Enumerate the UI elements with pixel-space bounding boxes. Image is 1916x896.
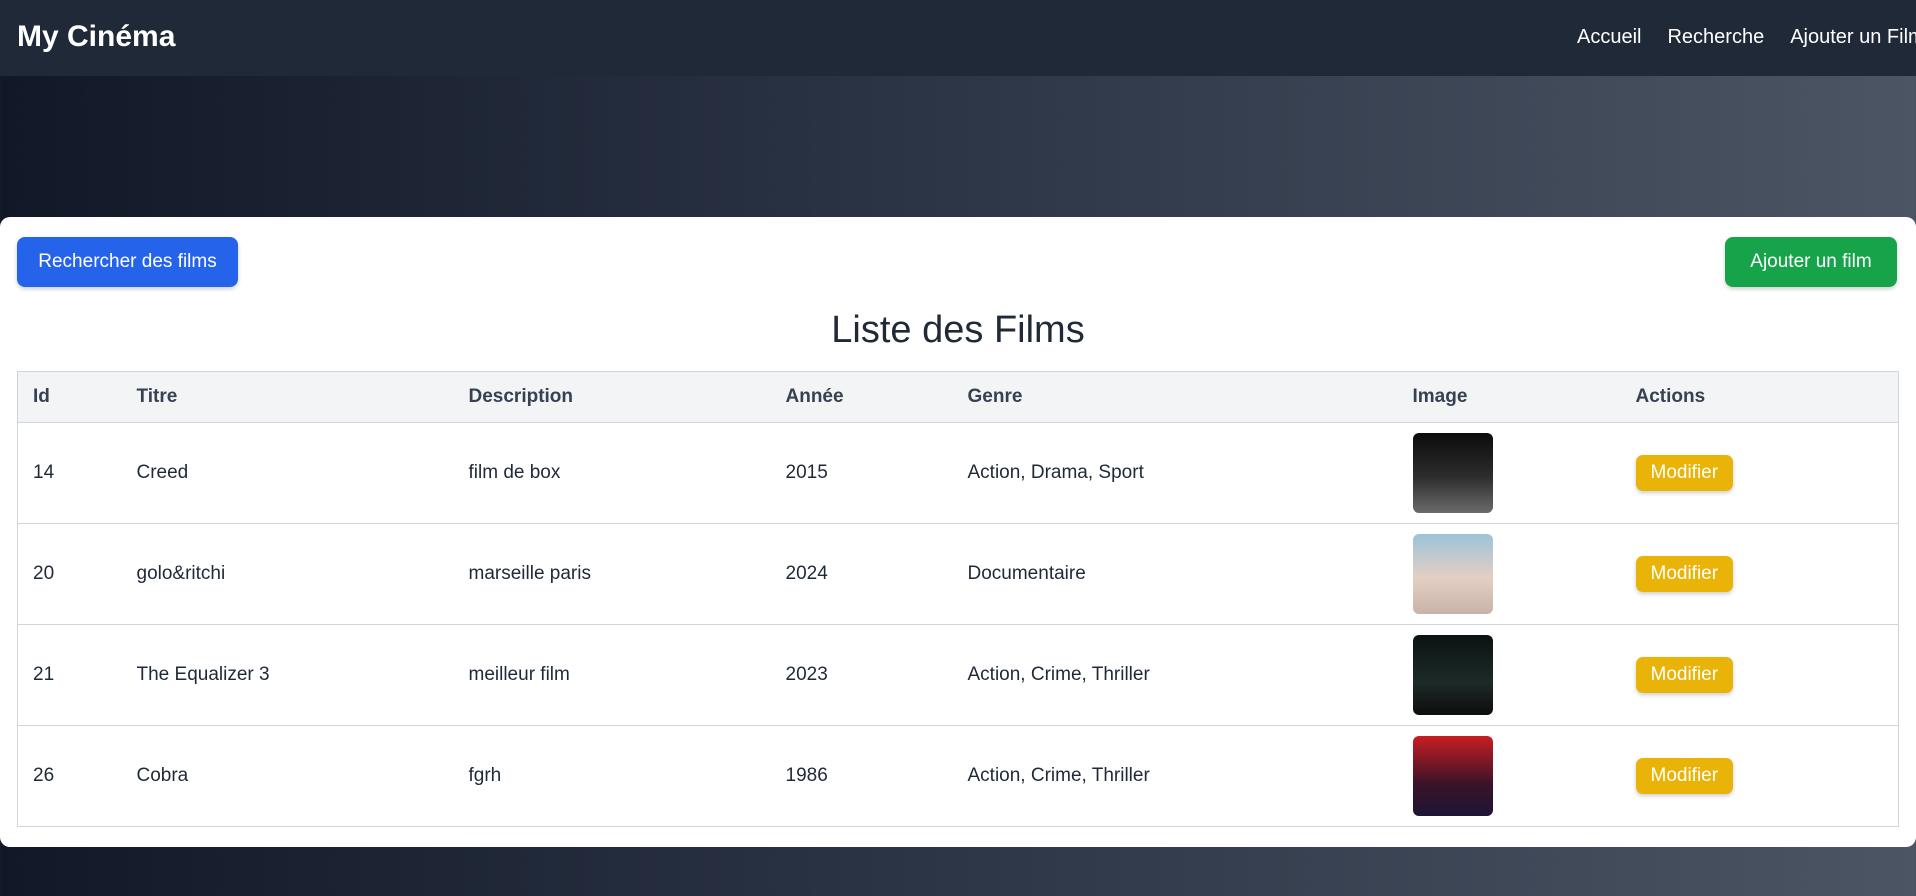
cell-annee: 2024 xyxy=(785,563,828,584)
cell-image xyxy=(1398,625,1621,726)
cell-description: fgrh xyxy=(468,765,502,786)
header-titre: Titre xyxy=(121,371,454,423)
table-row: 26 Cobra fgrh 1986 Action, Crime, Thrill… xyxy=(17,726,1899,827)
cell-actions: Modifier xyxy=(1621,423,1899,524)
table-header-row: Id Titre Description Année Genre Image A… xyxy=(17,371,1899,423)
table-row: 14 Creed film de box 2015 Action, Drama,… xyxy=(17,423,1899,524)
page-title: Liste des Films xyxy=(831,309,1085,351)
cell-actions: Modifier xyxy=(1621,625,1899,726)
cell-description: meilleur film xyxy=(468,664,570,685)
nav-links: Accueil Recherche Ajouter un Film xyxy=(1577,24,1916,50)
search-films-button[interactable]: Rechercher des films xyxy=(17,237,238,287)
table-row: 20 golo&ritchi marseille paris 2024 Docu… xyxy=(17,524,1899,625)
cell-id: 14 xyxy=(33,462,55,483)
cell-image xyxy=(1398,524,1621,625)
cell-id: 26 xyxy=(33,765,55,786)
films-table: Id Titre Description Année Genre Image A… xyxy=(17,371,1899,827)
cell-genre: Action, Crime, Thriller xyxy=(967,664,1150,685)
cell-annee: 1986 xyxy=(785,765,828,786)
film-poster-image xyxy=(1412,736,1493,816)
header-id: Id xyxy=(17,371,122,423)
films-card: Rechercher des films Ajouter un film Lis… xyxy=(0,217,1916,847)
cell-description: marseille paris xyxy=(468,563,591,584)
cell-id: 21 xyxy=(33,664,55,685)
cell-image xyxy=(1398,423,1621,524)
cell-titre: Creed xyxy=(136,462,189,483)
cell-image xyxy=(1398,726,1621,827)
modify-button[interactable]: Modifier xyxy=(1635,556,1734,592)
cell-annee: 2023 xyxy=(785,664,828,685)
cell-actions: Modifier xyxy=(1621,524,1899,625)
modify-button[interactable]: Modifier xyxy=(1635,657,1734,693)
cell-titre: Cobra xyxy=(136,765,189,786)
film-poster-image xyxy=(1412,433,1493,513)
cell-annee: 2015 xyxy=(785,462,828,483)
modify-button[interactable]: Modifier xyxy=(1635,455,1734,491)
film-poster-image xyxy=(1412,635,1493,715)
header-genre: Genre xyxy=(952,371,1398,423)
nav-link-accueil[interactable]: Accueil xyxy=(1577,24,1641,50)
cell-description: film de box xyxy=(468,462,561,483)
add-film-button[interactable]: Ajouter un film xyxy=(1725,237,1897,287)
header-image: Image xyxy=(1397,371,1621,423)
cell-genre: Action, Drama, Sport xyxy=(967,462,1144,483)
brand-title[interactable]: My Cinéma xyxy=(17,19,175,55)
header-annee: Année xyxy=(770,371,953,423)
navbar: My Cinéma Accueil Recherche Ajouter un F… xyxy=(0,0,1916,76)
cell-titre: The Equalizer 3 xyxy=(136,664,270,685)
cell-genre: Action, Crime, Thriller xyxy=(967,765,1150,786)
cell-titre: golo&ritchi xyxy=(136,563,226,584)
nav-link-recherche[interactable]: Recherche xyxy=(1667,24,1764,50)
film-poster-image xyxy=(1412,534,1493,614)
nav-link-ajouter-film[interactable]: Ajouter un Film xyxy=(1790,24,1916,50)
table-row: 21 The Equalizer 3 meilleur film 2023 Ac… xyxy=(17,625,1899,726)
cell-actions: Modifier xyxy=(1621,726,1899,827)
cell-id: 20 xyxy=(33,563,55,584)
header-actions: Actions xyxy=(1620,371,1899,423)
modify-button[interactable]: Modifier xyxy=(1635,758,1734,794)
header-description: Description xyxy=(453,371,771,423)
cell-genre: Documentaire xyxy=(967,563,1086,584)
